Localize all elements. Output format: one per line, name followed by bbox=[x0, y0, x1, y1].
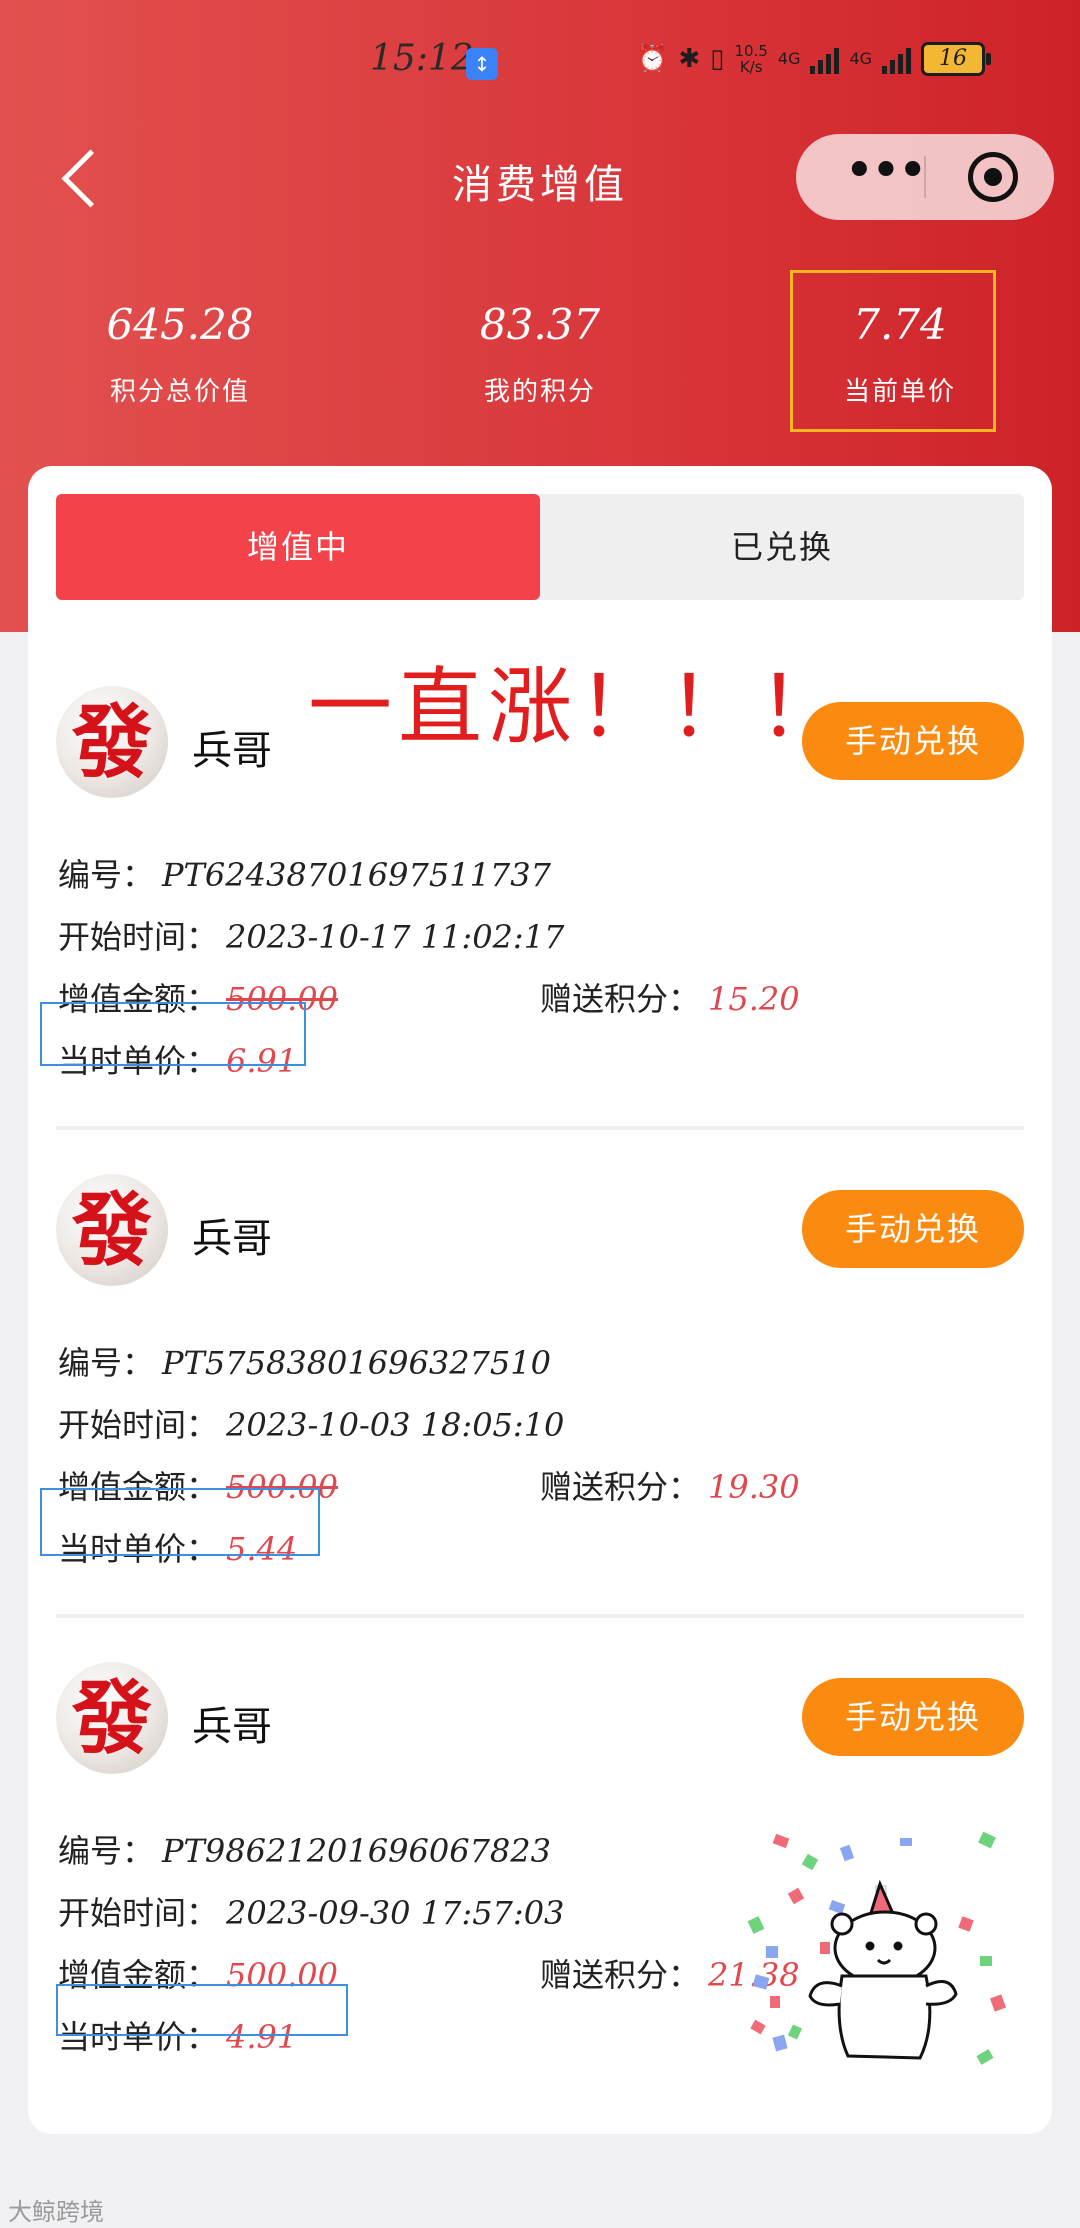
watermark: 大鲸跨境 bbox=[8, 2198, 104, 2226]
record-id-value: PT62438701697511737 bbox=[162, 856, 551, 894]
network-speed-unit: K/s bbox=[739, 58, 763, 76]
network-speed-value: 10.5 bbox=[734, 42, 768, 60]
stat-my-points: 83.37 我的积分 bbox=[390, 300, 690, 408]
record-id-label: 编号： bbox=[58, 856, 155, 894]
tab-appreciating[interactable]: 增值中 bbox=[56, 494, 540, 600]
record-id-value: PT98621201696067823 bbox=[162, 1832, 551, 1870]
bonus-value: 15.20 bbox=[708, 980, 800, 1018]
start-time-value: 2023-09-30 17:57:03 bbox=[226, 1894, 565, 1932]
bonus-label: 赠送积分： bbox=[540, 1468, 701, 1506]
manual-redeem-button[interactable]: 手动兑换 bbox=[802, 702, 1024, 780]
party-bear-sticker bbox=[747, 1831, 1007, 2065]
alarm-icon: ⏰ bbox=[636, 44, 669, 74]
miniprogram-capsule: ••• bbox=[796, 134, 1054, 220]
manual-redeem-button[interactable]: 手动兑换 bbox=[802, 1190, 1024, 1268]
record-start-time: 开始时间： 2023-09-30 17:57:03 bbox=[58, 1888, 564, 1934]
stat-total-value: 645.28 积分总价值 bbox=[30, 300, 330, 408]
status-icons: ⏰ ✱ ▯ 10.5 K/s 4G 4G 16 bbox=[636, 42, 992, 76]
user-name: 兵哥 bbox=[192, 728, 272, 774]
user-name: 兵哥 bbox=[192, 1216, 272, 1262]
battery-icon: 16 bbox=[921, 42, 992, 76]
bonus-label: 赠送积分： bbox=[540, 980, 701, 1018]
tab-bar: 增值中 已兑换 bbox=[56, 494, 1024, 600]
current-price-highlight-box bbox=[790, 270, 996, 432]
capsule-divider bbox=[924, 156, 926, 198]
start-time-value: 2023-10-03 18:05:10 bbox=[226, 1406, 565, 1444]
record-id-label: 编号： bbox=[58, 1832, 155, 1870]
record-bonus: 赠送积分： 19.30 bbox=[540, 1462, 800, 1508]
record-id-label: 编号： bbox=[58, 1344, 155, 1382]
status-time: 15:12 bbox=[370, 38, 474, 79]
avatar: 發 bbox=[56, 1662, 168, 1774]
start-time-value: 2023-10-17 11:02:17 bbox=[226, 918, 565, 956]
stat-my-points-label: 我的积分 bbox=[483, 377, 596, 407]
manual-redeem-button[interactable]: 手动兑换 bbox=[802, 1678, 1024, 1756]
bonus-value: 19.30 bbox=[708, 1468, 800, 1506]
record-id-value: PT57583801696327510 bbox=[162, 1344, 551, 1382]
record-id: 编号： PT62438701697511737 bbox=[58, 850, 551, 896]
status-bar: 15:12 ↕ ⏰ ✱ ▯ 10.5 K/s 4G 4G 16 bbox=[0, 0, 1080, 120]
stat-total-value-number: 645.28 bbox=[106, 300, 254, 349]
vibrate-icon: ▯ bbox=[710, 44, 725, 74]
record-divider bbox=[56, 1614, 1024, 1618]
network-type-2: 4G bbox=[849, 49, 873, 68]
unit-price-highlight-box bbox=[40, 1488, 320, 1556]
signal-icon bbox=[810, 44, 840, 74]
start-time-label: 开始时间： bbox=[58, 1406, 219, 1444]
avatar: 發 bbox=[56, 1174, 168, 1286]
network-speed: 10.5 K/s bbox=[734, 43, 767, 75]
signal-icon-2 bbox=[882, 44, 912, 74]
more-icon[interactable]: ••• bbox=[834, 134, 934, 220]
close-target-icon[interactable] bbox=[968, 152, 1018, 202]
stat-my-points-number: 83.37 bbox=[479, 300, 601, 349]
record-start-time: 开始时间： 2023-10-17 11:02:17 bbox=[58, 912, 564, 958]
record-bonus: 赠送积分： 15.20 bbox=[540, 974, 800, 1020]
data-sync-icon: ↕ bbox=[466, 48, 498, 80]
user-name: 兵哥 bbox=[192, 1704, 272, 1750]
bluetooth-icon: ✱ bbox=[678, 44, 701, 74]
record-start-time: 开始时间： 2023-10-03 18:05:10 bbox=[58, 1400, 564, 1446]
record-card: 發 兵哥 手动兑换 编号： PT57583801696327510 开始时间： 20… bbox=[0, 1174, 1080, 1634]
avatar: 發 bbox=[56, 686, 168, 798]
unit-price-highlight-box bbox=[56, 1984, 348, 2036]
record-card: 發 兵哥 手动兑换 编号： PT62438701697511737 开始时间： 20… bbox=[0, 686, 1080, 1146]
stat-total-value-label: 积分总价值 bbox=[109, 377, 250, 407]
record-id: 编号： PT98621201696067823 bbox=[58, 1826, 551, 1872]
network-type-1: 4G bbox=[777, 49, 801, 68]
record-divider bbox=[56, 1126, 1024, 1130]
start-time-label: 开始时间： bbox=[58, 918, 219, 956]
record-id: 编号： PT57583801696327510 bbox=[58, 1338, 551, 1384]
unit-price-highlight-box bbox=[40, 1002, 306, 1066]
bonus-label: 赠送积分： bbox=[540, 1956, 701, 1994]
start-time-label: 开始时间： bbox=[58, 1894, 219, 1932]
tab-redeemed[interactable]: 已兑换 bbox=[540, 494, 1024, 600]
